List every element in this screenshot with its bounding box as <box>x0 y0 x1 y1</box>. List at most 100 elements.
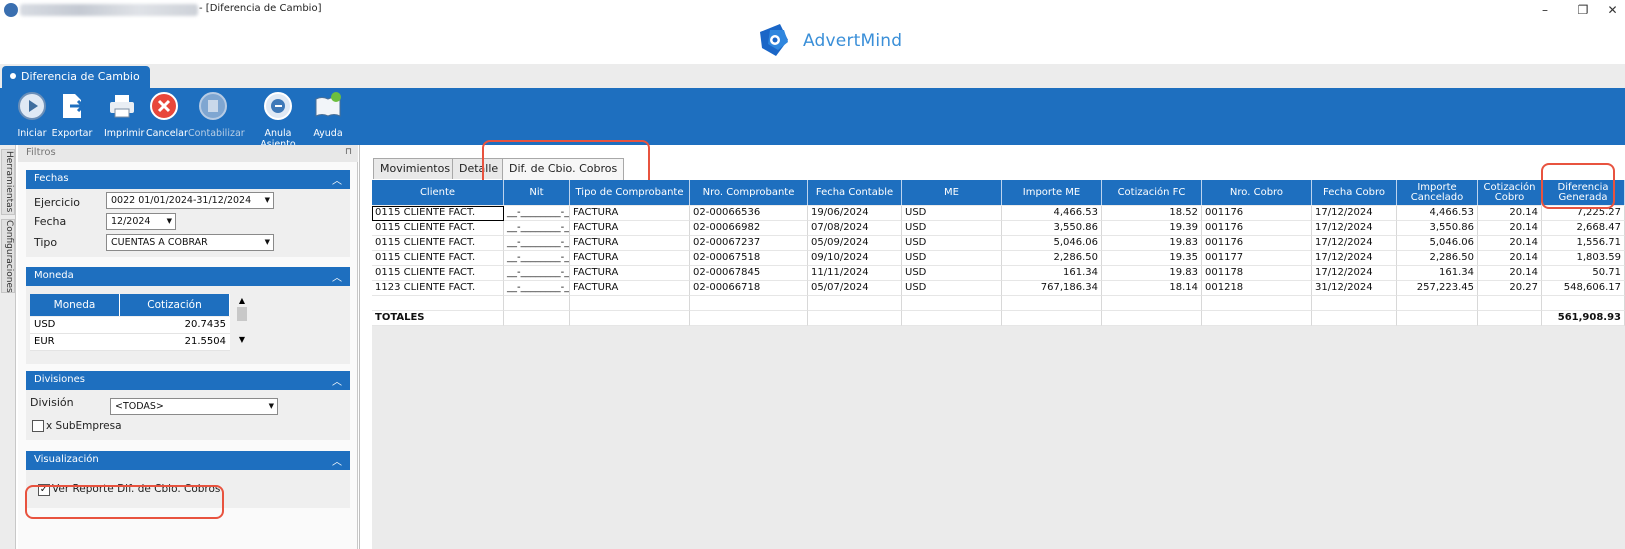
cell-tipo-comprobante[interactable]: FACTURA <box>570 281 690 296</box>
cell-cotizacion-cobro[interactable]: 20.14 <box>1478 266 1542 281</box>
cell-nro-cobro[interactable]: 001176 <box>1202 236 1312 251</box>
cell-fecha-cobro[interactable]: 17/12/2024 <box>1312 251 1397 266</box>
moneda-scrollbar[interactable]: ▲ ▼ <box>236 296 248 352</box>
subempresa-checkbox[interactable] <box>32 420 44 432</box>
cell-cotizacion-fc[interactable]: 18.52 <box>1102 206 1202 221</box>
cell-nro-cobro[interactable]: 001176 <box>1202 206 1312 221</box>
cell-tipo-comprobante[interactable]: FACTURA <box>570 236 690 251</box>
tab-dif-cbio-cobros[interactable]: Dif. de Cbio. Cobros <box>502 158 625 180</box>
cell-nit[interactable]: __-________-_ <box>504 206 570 221</box>
cancelar-button[interactable]: Cancelar <box>146 91 188 143</box>
column-header-cotizacion-cobro[interactable]: Cotización Cobro <box>1478 180 1542 205</box>
fechas-group-header[interactable]: Fechas ︿ <box>26 170 350 189</box>
cell-me[interactable]: USD <box>902 266 1002 281</box>
column-header-nro-cobro[interactable]: Nro. Cobro <box>1202 180 1312 205</box>
imprimir-button[interactable]: Imprimir <box>104 91 144 143</box>
close-button[interactable]: ✕ <box>1600 1 1625 19</box>
cell-importe-me[interactable]: 161.34 <box>1002 266 1102 281</box>
cell-fecha-contable[interactable]: 05/07/2024 <box>808 281 902 296</box>
cotizacion-cell[interactable]: 21.5504 <box>120 334 230 351</box>
cell-cotizacion-fc[interactable]: 19.35 <box>1102 251 1202 266</box>
side-tab-herramientas[interactable]: Herramientas <box>1 149 15 215</box>
document-tab-diferencia-de-cambio[interactable]: Diferencia de Cambio <box>2 66 150 88</box>
cell-cliente[interactable]: 0115 CLIENTE FACT. <box>372 251 504 266</box>
cell-diferencia-generada[interactable]: 7,225.27 <box>1542 206 1625 221</box>
cell-tipo-comprobante[interactable]: FACTURA <box>570 221 690 236</box>
cell-diferencia-generada[interactable]: 2,668.47 <box>1542 221 1625 236</box>
division-select[interactable]: <TODAS> ▼ <box>110 398 278 415</box>
cell-tipo-comprobante[interactable]: FACTURA <box>570 251 690 266</box>
cell-tipo-comprobante[interactable]: FACTURA <box>570 206 690 221</box>
cell-fecha-contable[interactable]: 09/10/2024 <box>808 251 902 266</box>
cell-diferencia-generada[interactable]: 50.71 <box>1542 266 1625 281</box>
cell-me[interactable]: USD <box>902 281 1002 296</box>
tab-detalle[interactable]: Detalle <box>452 158 506 179</box>
column-header-fecha-contable[interactable]: Fecha Contable <box>808 180 902 205</box>
cell-importe-cancelado[interactable]: 3,550.86 <box>1397 221 1478 236</box>
restore-button[interactable]: ❐ <box>1568 1 1598 19</box>
column-header-cotizacion-fc[interactable]: Cotización FC <box>1102 180 1202 205</box>
column-header-tipo-comprobante[interactable]: Tipo de Comprobante <box>570 180 690 205</box>
cell-tipo-comprobante[interactable]: FACTURA <box>570 266 690 281</box>
moneda-cell[interactable]: USD <box>30 317 120 334</box>
cell-importe-cancelado[interactable]: 257,223.45 <box>1397 281 1478 296</box>
cell-fecha-cobro[interactable]: 31/12/2024 <box>1312 281 1397 296</box>
cell-cotizacion-cobro[interactable]: 20.14 <box>1478 236 1542 251</box>
cotizacion-column-header[interactable]: Cotización <box>120 294 230 316</box>
cell-cliente[interactable]: 0115 CLIENTE FACT. <box>372 221 504 236</box>
cell-nro-cobro[interactable]: 001178 <box>1202 266 1312 281</box>
ayuda-button[interactable]: Ayuda <box>312 91 344 143</box>
cell-nro-cobro[interactable]: 001176 <box>1202 221 1312 236</box>
cell-cotizacion-cobro[interactable]: 20.14 <box>1478 206 1542 221</box>
fecha-select[interactable]: 12/2024 ▼ <box>106 213 176 230</box>
ejercicio-select[interactable]: 0022 01/01/2024-31/12/2024 ▼ <box>106 192 274 209</box>
cell-fecha-cobro[interactable]: 17/12/2024 <box>1312 266 1397 281</box>
cell-cliente[interactable]: 0115 CLIENTE FACT. <box>372 236 504 251</box>
moneda-cell[interactable]: EUR <box>30 334 120 351</box>
cell-cotizacion-cobro[interactable]: 20.14 <box>1478 251 1542 266</box>
column-header-me[interactable]: ME <box>902 180 1002 205</box>
cell-nit[interactable]: __-________-_ <box>504 221 570 236</box>
anula-asiento-button[interactable]: Anula Asiento <box>248 91 308 150</box>
cell-cotizacion-cobro[interactable]: 20.14 <box>1478 221 1542 236</box>
cell-diferencia-generada[interactable]: 1,803.59 <box>1542 251 1625 266</box>
cell-importe-cancelado[interactable]: 2,286.50 <box>1397 251 1478 266</box>
cell-fecha-contable[interactable]: 05/09/2024 <box>808 236 902 251</box>
cell-fecha-contable[interactable]: 07/08/2024 <box>808 221 902 236</box>
cell-importe-cancelado[interactable]: 161.34 <box>1397 266 1478 281</box>
cell-nro-cobro[interactable]: 001218 <box>1202 281 1312 296</box>
column-header-fecha-cobro[interactable]: Fecha Cobro <box>1312 180 1397 205</box>
cell-fecha-cobro[interactable]: 17/12/2024 <box>1312 236 1397 251</box>
cell-nro-comprobante[interactable]: 02-00066718 <box>690 281 808 296</box>
column-header-nit[interactable]: Nit <box>504 180 570 205</box>
cell-cotizacion-fc[interactable]: 19.83 <box>1102 266 1202 281</box>
column-header-diferencia-generada[interactable]: Diferencia Generada <box>1542 180 1625 205</box>
iniciar-button[interactable]: Iniciar <box>16 91 48 143</box>
scroll-up-icon[interactable]: ▲ <box>236 296 248 305</box>
cell-nro-comprobante[interactable]: 02-00067518 <box>690 251 808 266</box>
cell-importe-me[interactable]: 767,186.34 <box>1002 281 1102 296</box>
cell-me[interactable]: USD <box>902 251 1002 266</box>
cell-me[interactable]: USD <box>902 236 1002 251</box>
column-header-nro-comprobante[interactable]: Nro. Comprobante <box>690 180 808 205</box>
scroll-thumb[interactable] <box>237 307 247 321</box>
cell-cliente[interactable]: 0115 CLIENTE FACT. <box>372 266 504 281</box>
cotizacion-cell[interactable]: 20.7435 <box>120 317 230 334</box>
cell-cotizacion-cobro[interactable]: 20.27 <box>1478 281 1542 296</box>
cell-nro-comprobante[interactable]: 02-00067845 <box>690 266 808 281</box>
tab-movimientos[interactable]: Movimientos <box>373 158 458 179</box>
cell-diferencia-generada[interactable]: 548,606.17 <box>1542 281 1625 296</box>
cell-fecha-contable[interactable]: 19/06/2024 <box>808 206 902 221</box>
contabilizar-button[interactable]: Contabilizar <box>188 91 245 143</box>
cell-cotizacion-fc[interactable]: 19.83 <box>1102 236 1202 251</box>
cell-importe-cancelado[interactable]: 4,466.53 <box>1397 206 1478 221</box>
divisiones-group-header[interactable]: Divisiones ︿ <box>26 371 350 390</box>
side-tab-configuraciones[interactable]: Configuraciones <box>1 219 15 293</box>
cell-importe-cancelado[interactable]: 5,046.06 <box>1397 236 1478 251</box>
tipo-select[interactable]: CUENTAS A COBRAR ▼ <box>106 234 274 251</box>
minimize-button[interactable]: – <box>1530 1 1560 19</box>
visualizacion-group-header[interactable]: Visualización ︿ <box>26 451 350 470</box>
cell-importe-me[interactable]: 5,046.06 <box>1002 236 1102 251</box>
cell-nro-comprobante[interactable]: 02-00066536 <box>690 206 808 221</box>
ver-reporte-checkbox[interactable]: ✓ <box>38 484 50 496</box>
